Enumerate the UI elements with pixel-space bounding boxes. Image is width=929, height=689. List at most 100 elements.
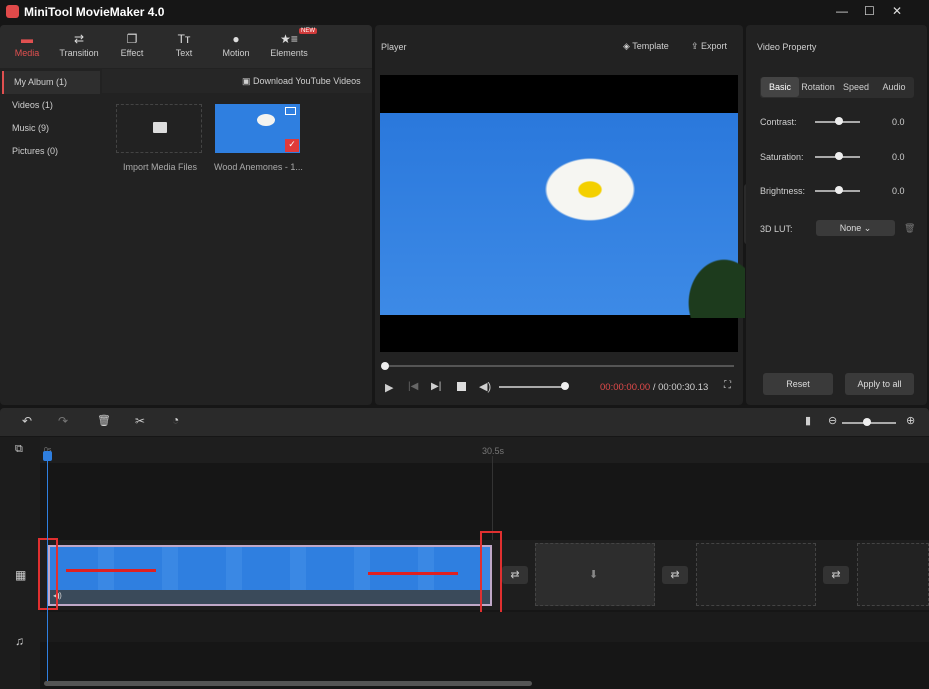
trim-start-highlight[interactable]: [38, 538, 58, 610]
empty-clip-slot[interactable]: ⬇: [535, 543, 655, 606]
video-camera-icon: [285, 107, 296, 115]
zoom-out-icon[interactable]: ⊖: [828, 414, 837, 427]
flower-image: [257, 114, 275, 126]
folder-icon: [153, 122, 167, 133]
tab-label: Transition: [59, 48, 98, 58]
audio-track[interactable]: [40, 612, 929, 642]
check-icon: ✓: [285, 139, 299, 152]
import-icon: ⬇: [589, 568, 598, 581]
minimize-button[interactable]: —: [836, 4, 848, 18]
video-clip[interactable]: ◀): [48, 545, 492, 606]
tab-effect[interactable]: ❐Effect: [107, 32, 157, 58]
delete-icon[interactable]: 🗑: [97, 414, 111, 427]
sidebar-item-videos[interactable]: Videos (1): [2, 94, 100, 117]
previous-frame-button[interactable]: |◀: [408, 381, 418, 392]
media-clip-thumbnail[interactable]: ✓: [215, 104, 300, 153]
tab-label: Motion: [222, 48, 249, 58]
zoom-in-icon[interactable]: ⊕: [906, 414, 915, 427]
sidebar-item-pictures[interactable]: Pictures (0): [2, 140, 100, 163]
template-button[interactable]: ◈ Template: [623, 41, 669, 52]
apply-to-all-button[interactable]: Apply to all: [845, 373, 914, 395]
tab-basic[interactable]: Basic: [761, 77, 799, 97]
contrast-value: 0.0: [892, 117, 905, 127]
tab-motion[interactable]: ●Motion: [211, 32, 261, 58]
leaves-image: [675, 243, 745, 318]
folder-icon: ▬: [2, 32, 52, 48]
brightness-handle[interactable]: [835, 186, 843, 194]
clip-audio-strip: ◀): [50, 590, 490, 604]
effect-icon: ❐: [107, 32, 157, 48]
sidebar-item-music[interactable]: Music (9): [2, 117, 100, 140]
playback-progress-bar[interactable]: [382, 365, 734, 367]
timeline-scrollbar[interactable]: [44, 681, 532, 686]
undo-icon[interactable]: ↶: [22, 414, 32, 428]
stop-button[interactable]: [457, 382, 466, 391]
elements-icon: ★≡: [264, 32, 314, 48]
export-label: Export: [701, 41, 727, 51]
video-frame: [380, 113, 738, 315]
saturation-value: 0.0: [892, 152, 905, 162]
empty-clip-slot[interactable]: [857, 543, 929, 606]
tab-text[interactable]: TтText: [159, 32, 209, 58]
sidebar-item-my-album[interactable]: My Album (1): [2, 71, 100, 94]
media-sidebar: My Album (1) Videos (1) Music (9) Pictur…: [2, 71, 100, 163]
film-icon: ▦: [15, 568, 26, 582]
arrow-annotation: [368, 572, 458, 575]
speed-icon[interactable]: ◔: [172, 413, 179, 427]
maximize-button[interactable]: ☐: [864, 4, 875, 18]
tab-label: Effect: [121, 48, 144, 58]
template-label: Template: [632, 41, 669, 51]
split-scissors-icon[interactable]: ✂: [135, 414, 145, 428]
lut-label: 3D LUT:: [760, 224, 793, 234]
fullscreen-icon[interactable]: ⛶: [724, 380, 731, 391]
volume-handle[interactable]: [561, 382, 569, 390]
add-track-icon[interactable]: ⧉: [15, 443, 23, 456]
lut-dropdown[interactable]: None ⌄: [816, 220, 895, 236]
trim-end-highlight[interactable]: [480, 531, 502, 615]
transition-slot-icon[interactable]: ⇄: [662, 566, 688, 584]
download-label: Download YouTube Videos: [253, 76, 361, 86]
tab-elements[interactable]: ★≡Elements: [264, 32, 314, 58]
flower-image: [545, 151, 645, 221]
download-youtube-button[interactable]: ▣ Download YouTube Videos: [242, 76, 361, 87]
transition-slot-icon[interactable]: ⇄: [823, 566, 849, 584]
import-label: Import Media Files: [123, 162, 197, 172]
tab-label: Media: [15, 48, 40, 58]
transition-slot-icon[interactable]: ⇄: [502, 566, 528, 584]
youtube-icon: ▣: [242, 76, 253, 86]
tab-rotation[interactable]: Rotation: [799, 77, 837, 97]
tab-media[interactable]: ▬Media: [2, 32, 52, 58]
motion-icon: ●: [211, 32, 261, 48]
contrast-label: Contrast:: [760, 117, 797, 127]
volume-icon[interactable]: ◀): [479, 380, 491, 393]
playhead-handle[interactable]: [43, 451, 52, 461]
volume-slider[interactable]: [499, 386, 565, 388]
video-preview[interactable]: [380, 75, 738, 352]
reset-button[interactable]: Reset: [763, 373, 833, 395]
trash-icon[interactable]: 🗑: [904, 223, 915, 234]
chevron-down-icon: ⌄: [864, 223, 872, 233]
next-frame-button[interactable]: ▶|: [431, 381, 441, 392]
tab-audio[interactable]: Audio: [875, 77, 913, 97]
tab-speed[interactable]: Speed: [837, 77, 875, 97]
tab-label: Text: [176, 48, 193, 58]
playback-handle[interactable]: [381, 362, 389, 370]
close-button[interactable]: ✕: [892, 4, 902, 18]
transition-icon: ⇄: [54, 32, 104, 48]
time-display: 00:00:00.00 / 00:00:30.13: [600, 382, 708, 393]
timeline-zoom-handle[interactable]: [863, 418, 871, 426]
redo-icon[interactable]: ↷: [58, 414, 68, 428]
saturation-label: Saturation:: [760, 152, 804, 162]
fit-timeline-icon[interactable]: ▮: [805, 414, 811, 427]
tab-transition[interactable]: ⇄Transition: [54, 32, 104, 58]
saturation-handle[interactable]: [835, 152, 843, 160]
clip-name: Wood Anemones - 1...: [214, 162, 303, 172]
play-button[interactable]: ▶: [385, 381, 393, 394]
arrow-annotation: [66, 569, 156, 572]
contrast-handle[interactable]: [835, 117, 843, 125]
new-badge: NEW: [299, 28, 317, 34]
playhead[interactable]: [47, 452, 48, 682]
import-media-button[interactable]: [116, 104, 202, 153]
export-button[interactable]: ⇪ Export: [691, 41, 727, 52]
empty-clip-slot[interactable]: [696, 543, 816, 606]
